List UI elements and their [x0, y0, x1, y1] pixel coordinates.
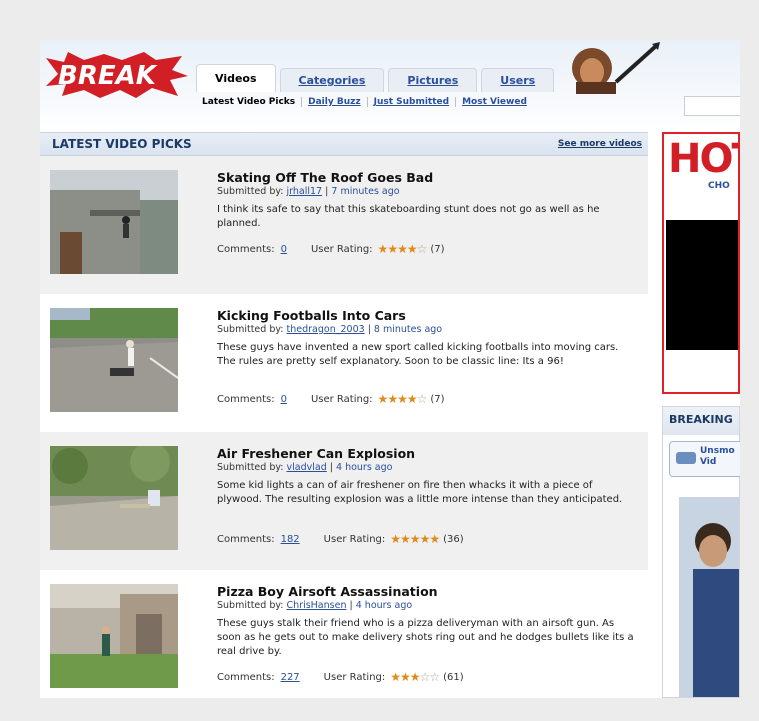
spartan-warrior-image: [572, 42, 660, 94]
video-description: These guys stalk their friend who is a p…: [217, 618, 634, 657]
main-tabs: Videos Categories Pictures Users: [196, 64, 558, 92]
breaking-panel: BREAKING Unsmo Vid: [662, 406, 740, 698]
video-thumbnail[interactable]: [50, 584, 178, 688]
video-meta: Comments: 182 User Rating: ★★★★★ (36): [217, 532, 464, 546]
rating-label: User Rating:: [323, 671, 386, 683]
user-link[interactable]: ChrisHansen: [287, 600, 347, 611]
video-thumbnail[interactable]: [50, 308, 178, 412]
video-byline: Submitted by: thedragon_2003 | 8 minutes…: [217, 324, 443, 335]
submitted-label: Submitted by:: [217, 186, 284, 197]
breaking-thumbnail[interactable]: [679, 497, 739, 697]
post-time: 4 hours ago: [336, 462, 393, 473]
video-title[interactable]: Pizza Boy Airsoft Assassination: [217, 584, 637, 599]
comments-count-link[interactable]: 0: [281, 394, 287, 405]
post-time: 4 hours ago: [355, 600, 413, 611]
video-meta: Comments: 0 User Rating: ★★★★☆ (7): [217, 242, 445, 256]
video-title[interactable]: Kicking Footballs Into Cars: [217, 308, 637, 323]
video-description: Some kid lights a can of air freshener o…: [217, 480, 623, 505]
submitted-label: Submitted by:: [217, 600, 284, 611]
subnav-daily-buzz[interactable]: Daily Buzz: [302, 97, 368, 107]
sub-navigation: Latest Video Picks Daily Buzz Just Submi…: [196, 97, 533, 107]
comments-label: Comments:: [217, 533, 275, 545]
comments-count-link[interactable]: 0: [281, 244, 287, 255]
tab-users[interactable]: Users: [481, 68, 555, 92]
comments-label: Comments:: [217, 671, 275, 683]
subnav-latest-video-picks[interactable]: Latest Video Picks: [196, 97, 303, 107]
video-item: Kicking Footballs Into Cars Submitted by…: [40, 294, 648, 432]
user-link[interactable]: jrhall17: [287, 186, 323, 197]
user-link[interactable]: thedragon_2003: [287, 324, 365, 335]
post-time: 8 minutes ago: [373, 324, 443, 335]
section-title: LATEST VIDEO PICKS: [52, 137, 192, 151]
ad-headline: HOT: [668, 136, 738, 182]
subnav-just-submitted[interactable]: Just Submitted: [368, 97, 457, 107]
video-meta: Comments: 227 User Rating: ★★★☆☆ (61): [217, 670, 464, 684]
video-byline: Submitted by: jrhall17 | 7 minutes ago: [217, 186, 400, 197]
video-item: Skating Off The Roof Goes Bad Submitted …: [40, 156, 648, 294]
rating-count: (36): [443, 533, 464, 545]
video-meta: Comments: 0 User Rating: ★★★★☆ (7): [217, 392, 445, 406]
unsmoked-video-button[interactable]: Unsmo Vid: [669, 441, 740, 477]
rating-count: (7): [430, 393, 445, 405]
break-logo[interactable]: BREAK: [44, 50, 190, 100]
video-info: Kicking Footballs Into Cars Submitted by…: [217, 308, 637, 369]
user-link[interactable]: vladvlad: [287, 462, 327, 473]
video-description: I think its safe to say that this skateb…: [217, 204, 600, 229]
comments-label: Comments:: [217, 393, 275, 405]
rating-count: (61): [443, 671, 464, 683]
comments-label: Comments:: [217, 243, 275, 255]
ad-subtext: CHO: [708, 181, 730, 191]
video-byline: Submitted by: vladvlad | 4 hours ago: [217, 462, 393, 473]
search-input[interactable]: [684, 96, 740, 116]
rating-count: (7): [430, 243, 445, 255]
svg-text:BREAK: BREAK: [58, 61, 158, 91]
section-header: LATEST VIDEO PICKS See more videos: [40, 132, 648, 156]
button-line-1: Unsmo: [700, 446, 735, 456]
video-thumbnail[interactable]: [50, 446, 178, 550]
submitted-label: Submitted by:: [217, 462, 284, 473]
video-thumbnail[interactable]: [50, 170, 178, 274]
tab-categories[interactable]: Categories: [279, 68, 385, 92]
submitted-label: Submitted by:: [217, 324, 284, 335]
video-info: Pizza Boy Airsoft Assassination Submitte…: [217, 584, 637, 659]
rating-label: User Rating:: [310, 393, 373, 405]
star-rating-icon: ★★★★☆: [377, 392, 428, 406]
video-item: Air Freshener Can Explosion Submitted by…: [40, 432, 648, 570]
star-rating-icon: ★★★☆☆: [390, 670, 440, 684]
video-title[interactable]: Skating Off The Roof Goes Bad: [217, 170, 637, 185]
advertisement-banner[interactable]: HOT CHO: [662, 132, 740, 394]
tab-pictures[interactable]: Pictures: [388, 68, 478, 92]
video-byline: Submitted by: ChrisHansen | 4 hours ago: [217, 600, 413, 611]
star-rating-icon: ★★★★☆: [377, 242, 428, 256]
comments-count-link[interactable]: 182: [281, 534, 300, 545]
rating-label: User Rating:: [323, 533, 386, 545]
video-icon: [676, 452, 696, 464]
breaking-title: BREAKING: [663, 407, 739, 435]
tab-videos[interactable]: Videos: [196, 64, 276, 92]
button-line-2: Vid: [700, 457, 717, 467]
rating-label: User Rating:: [310, 243, 373, 255]
see-more-videos-link[interactable]: See more videos: [558, 139, 642, 149]
video-description: These guys have invented a new sport cal…: [217, 342, 619, 367]
subnav-most-viewed[interactable]: Most Viewed: [456, 97, 533, 107]
ad-video-area: [666, 220, 738, 350]
video-info: Skating Off The Roof Goes Bad Submitted …: [217, 170, 637, 231]
video-title[interactable]: Air Freshener Can Explosion: [217, 446, 637, 461]
post-time: 7 minutes ago: [331, 186, 400, 197]
video-item: Pizza Boy Airsoft Assassination Submitte…: [40, 570, 648, 698]
video-info: Air Freshener Can Explosion Submitted by…: [217, 446, 637, 507]
comments-count-link[interactable]: 227: [281, 672, 300, 683]
page-frame: BREAK Videos Categories Pictures Users L…: [40, 40, 740, 698]
site-header: BREAK Videos Categories Pictures Users L…: [40, 40, 740, 130]
video-list-panel: LATEST VIDEO PICKS See more videos Skati…: [40, 132, 648, 698]
star-rating-icon: ★★★★★: [390, 532, 440, 546]
